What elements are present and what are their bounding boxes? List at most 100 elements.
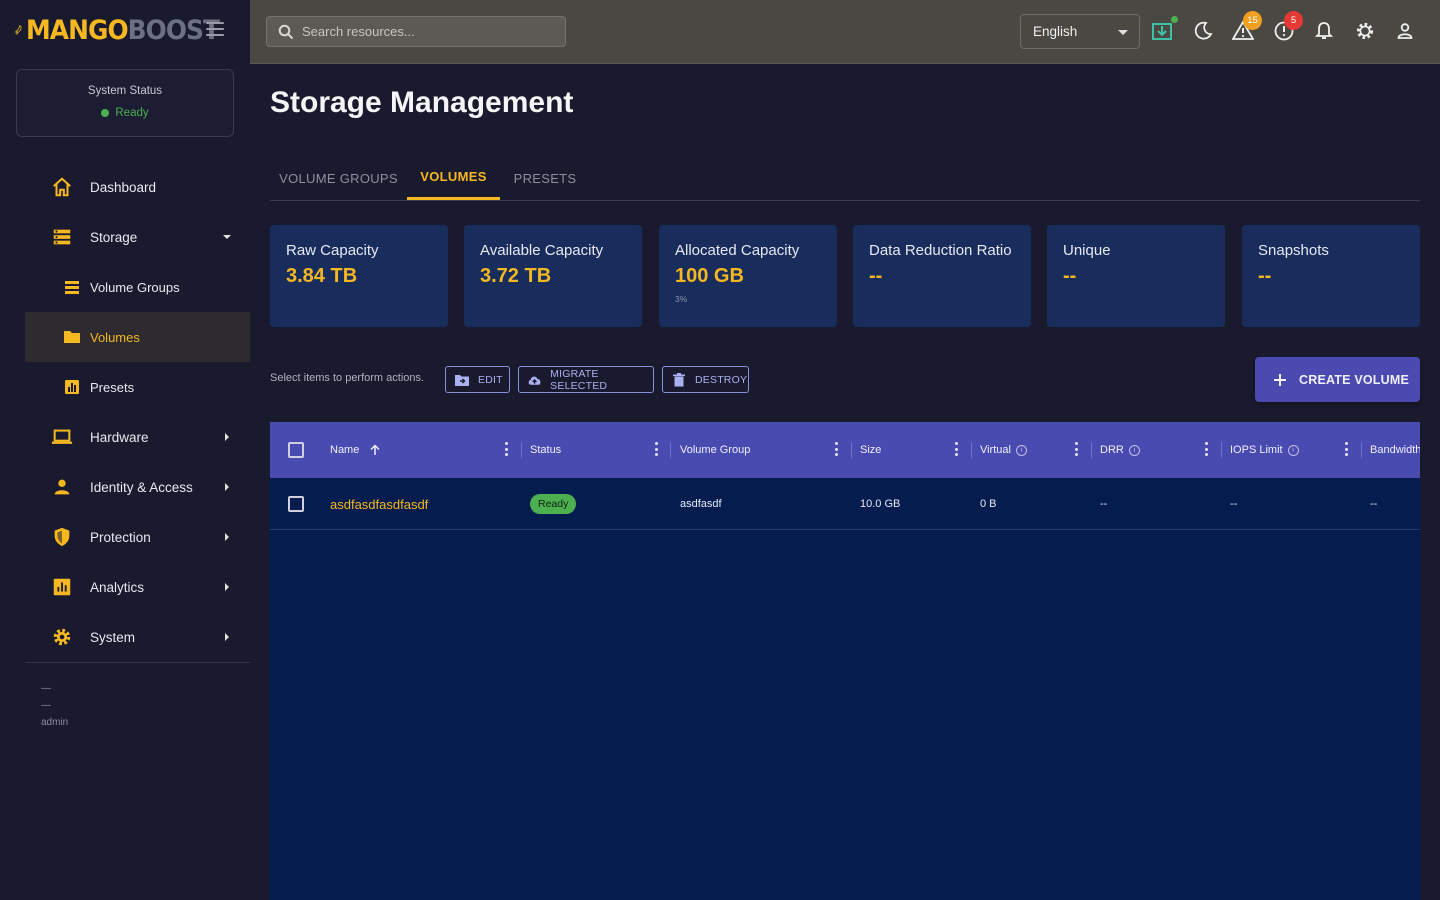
column-header-status[interactable]: Status	[530, 422, 561, 478]
sidebar-item-analytics[interactable]: Analytics	[25, 562, 250, 612]
tab-volumes[interactable]: VOLUMES	[407, 156, 500, 200]
sidebar: MANGOBOOST System Status Ready Dashboard…	[0, 0, 250, 900]
destroy-button[interactable]: DESTROY	[662, 366, 749, 393]
column-header-iops-limit[interactable]: IOPS Limit i	[1230, 422, 1299, 478]
page-title: Storage Management	[270, 86, 574, 119]
status-dot-icon	[101, 109, 110, 117]
cell-virtual: 0 B	[980, 498, 997, 510]
unique-card: Unique --	[1047, 225, 1225, 327]
user-line-1: —	[41, 683, 51, 694]
sidebar-item-system[interactable]: System	[25, 612, 250, 662]
column-menu-icon[interactable]	[1204, 442, 1208, 456]
sidebar-item-storage[interactable]: Storage	[25, 212, 250, 262]
errors-button[interactable]: 5	[1272, 11, 1303, 43]
table-row[interactable]: asdfasdfasdfasdf Ready asdfasdf 10.0 GB …	[270, 478, 1420, 530]
gear-icon	[1356, 22, 1374, 40]
column-header-volume-group[interactable]: Volume Group	[680, 422, 750, 478]
sidebar-item-volumes[interactable]: Volumes	[25, 312, 250, 362]
select-all-checkbox[interactable]	[288, 442, 304, 458]
download-button[interactable]	[1150, 16, 1178, 43]
sidebar-item-label: Volume Groups	[90, 279, 180, 295]
data-reduction-ratio-card: Data Reduction Ratio --	[853, 225, 1031, 327]
system-status-title: System Status	[87, 85, 163, 97]
column-menu-icon[interactable]	[1344, 442, 1348, 456]
column-menu-icon[interactable]	[954, 442, 958, 456]
snapshots-card: Snapshots --	[1242, 225, 1420, 327]
plus-icon	[1274, 373, 1286, 386]
theme-toggle-button[interactable]	[1191, 19, 1215, 43]
settings-button[interactable]	[1353, 19, 1377, 43]
sidebar-item-label: Identity & Access	[90, 479, 193, 495]
user-line-2: —	[41, 700, 51, 711]
sidebar-item-hardware[interactable]: Hardware	[25, 412, 250, 462]
column-header-size[interactable]: Size	[860, 422, 881, 478]
warnings-badge: 15	[1243, 11, 1262, 30]
chevron-right-icon	[225, 583, 229, 591]
cell-volume-group: asdfasdf	[680, 498, 722, 510]
account-button[interactable]	[1393, 19, 1417, 43]
column-menu-icon[interactable]	[654, 442, 658, 456]
language-select[interactable]: English	[1020, 14, 1140, 49]
column-menu-icon[interactable]	[504, 442, 508, 456]
gear-icon	[53, 628, 71, 646]
create-volume-label: CREATE VOLUME	[1299, 372, 1410, 387]
card-value: --	[869, 265, 883, 287]
sidebar-item-volume-groups[interactable]: Volume Groups	[25, 262, 250, 312]
card-label: Allocated Capacity	[675, 242, 800, 259]
moon-icon	[1194, 21, 1213, 40]
allocated-capacity-card: Allocated Capacity 100 GB 3%	[659, 225, 837, 327]
column-menu-icon[interactable]	[1074, 442, 1078, 456]
info-icon: i	[1128, 444, 1140, 456]
column-menu-icon[interactable]	[834, 442, 838, 456]
tab-presets[interactable]: PRESETS	[500, 156, 590, 200]
row-checkbox[interactable]	[288, 496, 304, 512]
volume-name-link[interactable]: asdfasdfasdfasdf	[330, 497, 428, 512]
column-header-virtual[interactable]: Virtual i	[980, 422, 1027, 478]
sidebar-item-identity-access[interactable]: Identity & Access	[25, 462, 250, 512]
card-label: Snapshots	[1258, 242, 1329, 259]
sidebar-item-dashboard[interactable]: Dashboard	[25, 162, 250, 212]
menu-toggle-icon[interactable]	[206, 22, 224, 38]
sidebar-item-presets[interactable]: Presets	[25, 362, 250, 412]
column-header-name[interactable]: Name	[330, 422, 381, 478]
column-separator	[1361, 442, 1362, 458]
cell-size: 10.0 GB	[860, 498, 901, 510]
card-label: Data Reduction Ratio	[869, 242, 1012, 259]
sidebar-divider	[25, 662, 250, 663]
sidebar-item-protection[interactable]: Protection	[25, 512, 250, 562]
tab-volume-groups[interactable]: VOLUME GROUPS	[270, 156, 407, 200]
chevron-right-icon	[225, 633, 229, 641]
chevron-right-icon	[225, 483, 229, 491]
sidebar-item-label: Storage	[90, 229, 138, 245]
cell-drr: --	[1100, 498, 1108, 510]
edit-button[interactable]: EDIT	[445, 366, 510, 393]
online-dot-icon	[1171, 16, 1178, 23]
search-box[interactable]	[266, 16, 566, 47]
column-separator	[670, 442, 671, 458]
user-info: — — admin	[41, 680, 68, 731]
create-volume-button[interactable]: CREATE VOLUME	[1255, 357, 1420, 402]
card-note: 3%	[675, 294, 688, 304]
volumes-table: Name Status Volume Group Size Virtual i D…	[270, 422, 1420, 900]
migrate-selected-button[interactable]: MIGRATE SELECTED	[518, 366, 654, 393]
search-input[interactable]	[302, 24, 552, 39]
card-value: 3.72 TB	[480, 265, 552, 287]
available-capacity-card: Available Capacity 3.72 TB	[464, 225, 642, 327]
rocket-logo-icon	[14, 25, 22, 35]
info-icon: i	[1287, 444, 1299, 456]
raw-capacity-card: Raw Capacity 3.84 TB	[270, 225, 448, 327]
laptop-icon	[51, 429, 73, 444]
sidebar-item-label: Presets	[90, 379, 135, 395]
column-header-bandwidth[interactable]: Bandwidth	[1370, 422, 1420, 478]
cell-name: asdfasdfasdfasdf	[330, 478, 428, 530]
language-value: English	[1033, 24, 1078, 39]
warnings-button[interactable]: 15	[1231, 11, 1262, 43]
list-icon	[65, 281, 79, 294]
sidebar-item-label: Protection	[90, 529, 151, 545]
column-separator	[1091, 442, 1092, 458]
column-header-drr[interactable]: DRR i	[1100, 422, 1140, 478]
sidebar-item-label: Analytics	[90, 579, 145, 595]
chart-icon	[65, 380, 79, 394]
notifications-button[interactable]	[1312, 19, 1336, 43]
card-label: Unique	[1063, 242, 1111, 259]
